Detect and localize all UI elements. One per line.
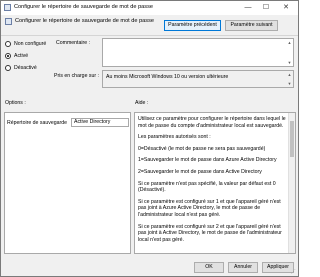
- radio-label: Activé: [14, 52, 29, 59]
- close-icon[interactable]: ✕: [279, 1, 293, 15]
- backup-directory-select[interactable]: Active Directory: [71, 118, 129, 127]
- supported-value: Au moins Microsoft Windows 10 ou version…: [106, 74, 229, 80]
- next-setting-button[interactable]: Paramètre suivant: [225, 20, 278, 31]
- policy-icon: [5, 18, 12, 25]
- scrollbar-thumb[interactable]: [290, 121, 294, 157]
- policy-name: Configurer le répertoire de sauvegarde d…: [15, 18, 154, 24]
- maximize-icon[interactable]: ☐: [259, 1, 273, 15]
- cancel-button[interactable]: Annuler: [228, 262, 258, 273]
- help-paragraph: Si ce paramètre est configuré sur 1 et q…: [138, 198, 281, 218]
- comment-textarea[interactable]: ▲ ▼: [102, 38, 294, 67]
- radio-circle-icon[interactable]: [5, 64, 11, 71]
- scroll-down-icon[interactable]: ▼: [286, 80, 293, 87]
- options-label: Options :: [5, 100, 26, 106]
- radio-selected-icon[interactable]: [5, 52, 11, 59]
- help-paragraph: Si ce paramètre est configuré sur 2 et q…: [138, 223, 282, 243]
- help-scrollbar[interactable]: [288, 113, 295, 253]
- minimize-icon[interactable]: —: [241, 1, 255, 15]
- options-panel: Répertoire de sauvegarde Active Director…: [4, 112, 131, 254]
- option-label-backup-directory: Répertoire de sauvegarde: [7, 120, 67, 126]
- footer: OK Annuler Appliquer ⋰: [1, 259, 298, 277]
- apply-button[interactable]: Appliquer: [262, 262, 294, 273]
- ok-button[interactable]: OK: [194, 262, 224, 273]
- radio-label: Non configuré: [14, 40, 47, 47]
- help-text: Utilisez ce paramètre pour configurer le…: [138, 116, 288, 248]
- previous-setting-button[interactable]: Paramètre précédent: [164, 20, 221, 31]
- help-label: Aide :: [135, 100, 149, 106]
- help-panel: Utilisez ce paramètre pour configurer le…: [134, 112, 296, 254]
- policy-dialog: Configurer le répertoire de sauvegarde d…: [0, 0, 299, 277]
- title-bar[interactable]: Configurer le répertoire de sauvegarde d…: [1, 1, 298, 15]
- app-icon: [4, 4, 11, 11]
- supported-field: Au moins Microsoft Windows 10 ou version…: [102, 70, 294, 88]
- scroll-up-icon[interactable]: ▲: [286, 71, 293, 78]
- scroll-up-icon[interactable]: ▲: [286, 39, 293, 46]
- radio-circle-icon[interactable]: [5, 40, 11, 47]
- scroll-down-icon[interactable]: ▼: [286, 59, 293, 66]
- help-paragraph: Les paramètres autorisés sont :: [138, 134, 211, 141]
- window-title: Configurer le répertoire de sauvegarde d…: [14, 4, 153, 10]
- header-divider: [1, 35, 298, 36]
- header-row: Configurer le répertoire de sauvegarde d…: [1, 15, 298, 35]
- radio-enabled[interactable]: Activé: [5, 51, 28, 60]
- comment-label: Commentaire :: [56, 40, 91, 46]
- help-paragraph: 2=Sauvegarder le mot de passe dans Activ…: [138, 168, 262, 175]
- supported-label: Pris en charge sur :: [54, 73, 99, 79]
- help-paragraph: 0=Désactivé (le mot de passe ne sera pas…: [138, 145, 266, 152]
- select-value: Active Directory: [74, 119, 111, 125]
- resize-grip-icon[interactable]: ⋰: [291, 269, 296, 275]
- radio-disabled[interactable]: Désactivé: [5, 63, 37, 72]
- help-paragraph: Utilisez ce paramètre pour configurer le…: [138, 116, 286, 129]
- radio-not-configured[interactable]: Non configuré: [5, 39, 46, 48]
- radio-label: Désactivé: [14, 64, 37, 71]
- help-paragraph: Si ce paramètre n'est pas spécifié, la v…: [138, 180, 276, 194]
- help-paragraph: 1=Sauvegarder le mot de passe dans Azure…: [138, 157, 277, 164]
